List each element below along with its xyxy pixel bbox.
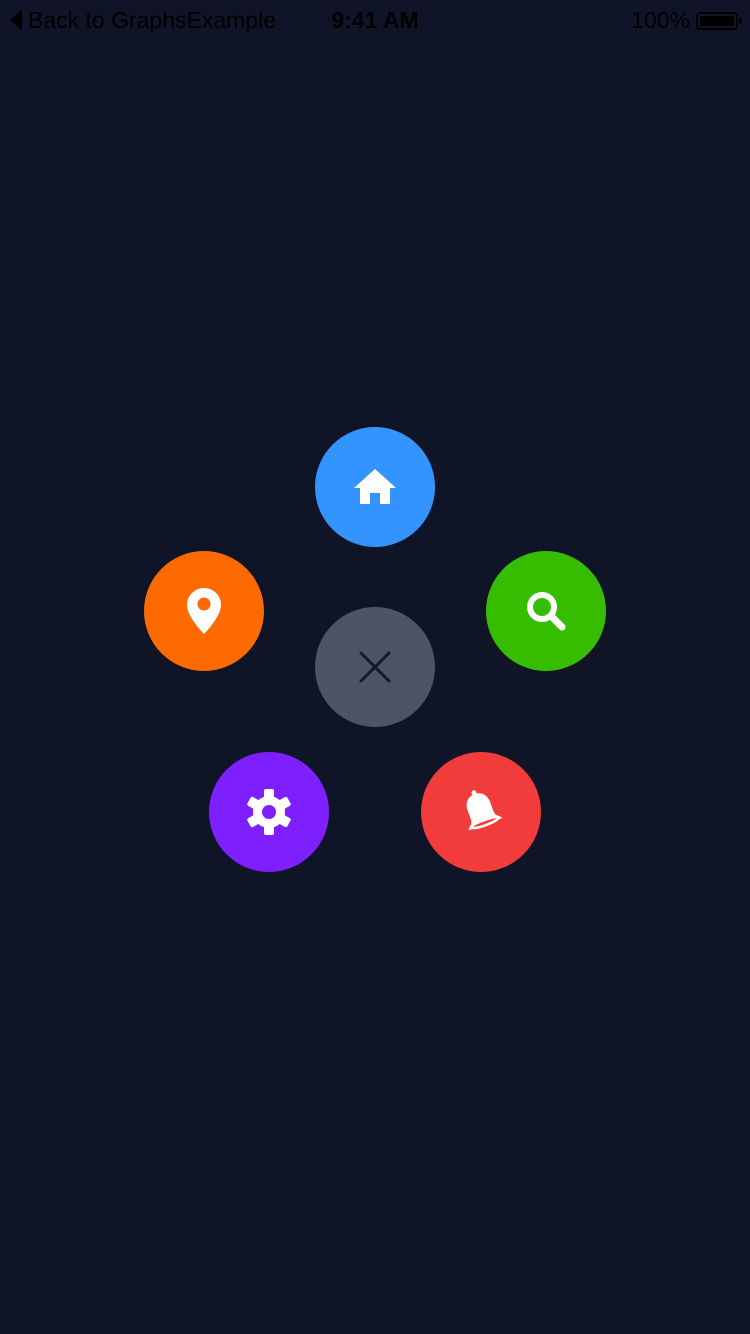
location-pin-icon	[187, 588, 221, 634]
battery-percent: 100%	[631, 7, 690, 33]
home-icon	[354, 469, 396, 504]
location-button[interactable]	[144, 551, 264, 671]
close-button[interactable]	[315, 607, 435, 727]
bell-icon	[466, 790, 503, 831]
status-bar: Back to GraphsExample 9:41 AM 100%	[0, 0, 750, 40]
search-button[interactable]	[486, 551, 606, 671]
battery-icon	[696, 11, 742, 30]
search-icon	[527, 592, 566, 631]
settings-button[interactable]	[209, 752, 329, 872]
gear-icon	[247, 789, 291, 835]
notifications-button[interactable]	[421, 752, 541, 872]
battery-status: 100%	[631, 7, 742, 34]
close-icon	[359, 651, 391, 683]
home-button[interactable]	[315, 427, 435, 547]
